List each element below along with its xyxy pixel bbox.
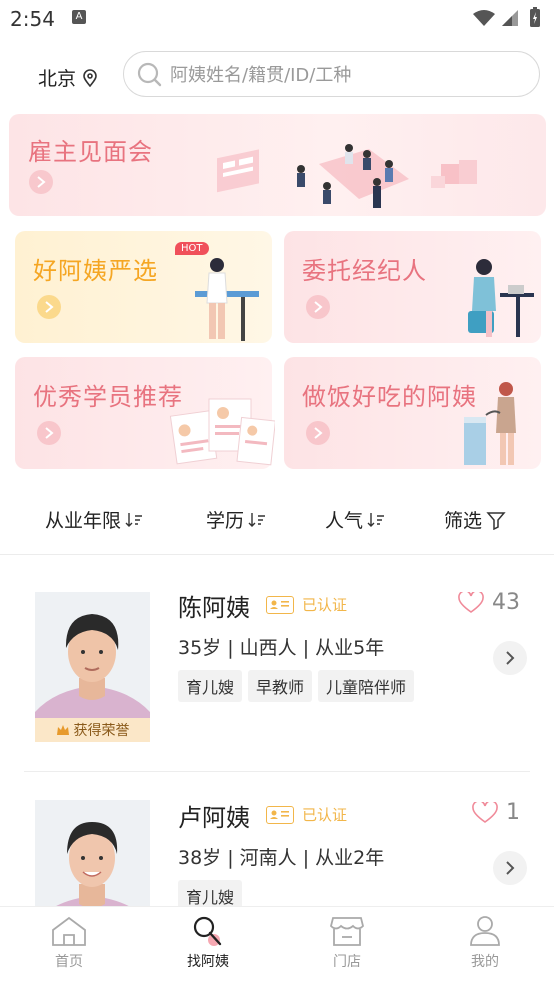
profile-info: 38岁 | 河南人 | 从业2年 xyxy=(178,847,385,869)
heart-icon xyxy=(472,801,498,823)
card-arrow-icon xyxy=(37,295,61,319)
profile-info: 35岁 | 山西人 | 从业5年 xyxy=(178,637,385,659)
employer-meeting-banner[interactable]: 雇主见面会 xyxy=(9,114,546,216)
honor-badge: 获得荣誉 xyxy=(35,718,150,742)
status-time: 2:54 xyxy=(10,7,55,31)
profile-detail-button[interactable] xyxy=(493,851,527,885)
profile-photo: 获得荣誉 xyxy=(35,592,150,742)
banner-title: 雇主见面会 xyxy=(28,138,153,166)
tag-item: 育儿嫂 xyxy=(178,880,243,906)
card-entrust-agent[interactable]: 委托经纪人 xyxy=(284,231,541,343)
card-title: 优秀学员推荐 xyxy=(33,383,183,411)
nav-label: 首页 xyxy=(55,954,83,970)
signal-icon xyxy=(502,10,518,26)
nav-item-home[interactable]: 首页 xyxy=(24,915,114,971)
resume-cards-illustration xyxy=(169,398,275,466)
card-arrow-icon xyxy=(306,295,330,319)
crown-icon xyxy=(56,725,69,735)
user-icon xyxy=(470,916,500,946)
notification-a-icon: A xyxy=(72,10,86,24)
chevron-right-icon xyxy=(506,861,515,875)
meeting-illustration xyxy=(217,144,477,208)
wifi-icon xyxy=(473,10,495,26)
nav-item-mine[interactable]: 我的 xyxy=(440,915,530,971)
filter-education[interactable]: 学历 xyxy=(206,506,266,533)
verified-badge: 已认证 xyxy=(266,804,347,825)
card-title: 委托经纪人 xyxy=(302,257,427,285)
card-title: 好阿姨严选 xyxy=(33,257,158,285)
profile-name: 卢阿姨 xyxy=(178,804,250,832)
ironing-woman-illustration xyxy=(195,258,259,341)
like-count: 43 xyxy=(492,590,520,615)
nav-item-store[interactable]: 门店 xyxy=(302,915,392,971)
section-divider xyxy=(0,554,554,555)
battery-icon xyxy=(530,7,540,27)
filter-label: 从业年限 xyxy=(45,510,122,532)
filter-popularity[interactable]: 人气 xyxy=(325,506,385,533)
id-card-icon xyxy=(266,595,294,614)
store-icon xyxy=(330,917,364,946)
nav-label: 找阿姨 xyxy=(187,954,229,970)
cooking-woman-illustration xyxy=(464,382,516,465)
verified-label: 已认证 xyxy=(302,806,348,824)
card-excellent-students[interactable]: 优秀学员推荐 xyxy=(15,357,275,469)
filter-label: 筛选 xyxy=(444,510,483,532)
location-pin-icon xyxy=(83,68,97,87)
card-arrow-icon xyxy=(306,421,330,445)
chevron-right-icon xyxy=(506,651,515,665)
funnel-icon xyxy=(486,511,506,530)
home-icon xyxy=(52,916,86,946)
sort-icon xyxy=(125,512,143,527)
row-divider xyxy=(24,771,530,772)
like-button[interactable]: 1 xyxy=(472,800,520,825)
search-icon xyxy=(137,62,162,87)
nav-label: 我的 xyxy=(471,954,499,970)
agent-woman-illustration xyxy=(468,259,534,337)
card-good-cooks[interactable]: 做饭好吃的阿姨 xyxy=(284,357,541,469)
profile-name: 陈阿姨 xyxy=(178,594,250,622)
card-title: 做饭好吃的阿姨 xyxy=(302,383,477,411)
tag-list: 育儿嫂 xyxy=(178,880,243,906)
like-count: 1 xyxy=(506,800,520,825)
status-bar: 2:54 A xyxy=(0,0,554,38)
tag-item: 育儿嫂 xyxy=(178,670,243,702)
profile-detail-button[interactable] xyxy=(493,641,527,675)
card-arrow-icon xyxy=(37,421,61,445)
search-placeholder: 阿姨姓名/籍贯/ID/工种 xyxy=(170,65,352,86)
sort-icon xyxy=(248,512,266,527)
nav-item-find-nanny[interactable]: 找阿姨 xyxy=(163,915,253,971)
filter-screen[interactable]: 筛选 xyxy=(444,506,506,533)
honor-label: 获得荣誉 xyxy=(73,723,130,739)
card-selected-nannies[interactable]: 好阿姨严选 HOT xyxy=(15,231,272,343)
nav-label: 门店 xyxy=(333,954,361,970)
profile-card-lu[interactable]: 卢阿姨 已认证 1 38岁 | 河南人 | 从业2年 育儿嫂 xyxy=(0,780,554,906)
tag-list: 育儿嫂 早教师 儿童陪伴师 xyxy=(178,670,415,702)
tag-item: 早教师 xyxy=(248,670,313,702)
search-input[interactable]: 阿姨姓名/籍贯/ID/工种 xyxy=(123,51,540,97)
banner-arrow-icon xyxy=(29,170,53,194)
profile-photo xyxy=(35,800,150,906)
id-card-icon xyxy=(266,805,294,824)
heart-icon xyxy=(458,591,484,613)
city-label: 北京 xyxy=(38,68,77,90)
bottom-nav: 首页 找阿姨 门店 我的 xyxy=(0,906,554,985)
filter-years[interactable]: 从业年限 xyxy=(45,506,143,533)
city-selector[interactable]: 北京 xyxy=(38,64,98,91)
verified-label: 已认证 xyxy=(302,596,348,614)
filter-label: 人气 xyxy=(325,510,364,532)
profile-card-chen[interactable]: 获得荣誉 陈阿姨 已认证 43 35岁 | 山西人 | 从业5年 育儿嫂 早教师… xyxy=(0,570,554,770)
tag-item: 儿童陪伴师 xyxy=(318,670,415,702)
sort-icon xyxy=(367,512,385,527)
search-magnifier-icon xyxy=(193,916,222,946)
filter-label: 学历 xyxy=(206,510,245,532)
like-button[interactable]: 43 xyxy=(458,590,520,615)
verified-badge: 已认证 xyxy=(266,594,347,615)
